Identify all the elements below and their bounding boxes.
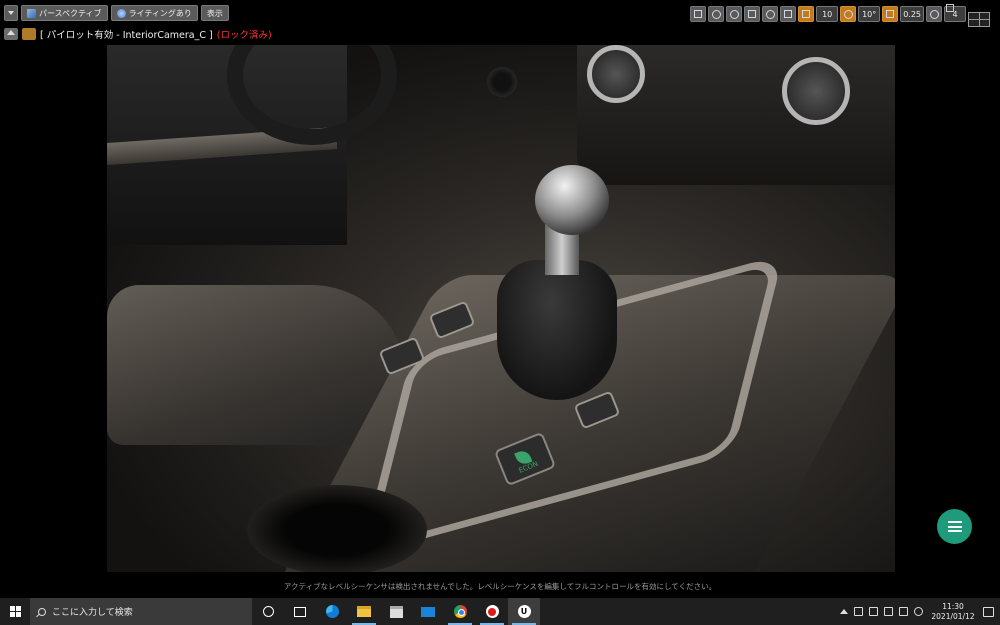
folder-icon [357,606,371,617]
rotate-icon [729,9,739,19]
settings-fab-button[interactable] [937,509,972,544]
climate-knob-left [587,45,645,103]
angle-icon [843,9,853,19]
show-hidden-icons-icon[interactable] [840,609,848,614]
globe-icon [765,9,775,19]
clock-date: 2021/01/12 [931,611,975,621]
pilot-bar: [ パイロット有効 - InteriorCamera_C ] (ロック済み) [4,27,272,41]
chrome-icon [453,605,467,618]
show-button[interactable]: 表示 [200,5,229,21]
viewport-toolbar: パースペクティブ ライティングあり 表示 10 10° 0.25 4 [0,0,1000,27]
camera-speed-button[interactable] [926,6,942,22]
driver-seat [107,285,407,445]
scale-snap-toggle[interactable] [882,6,899,22]
translate-mode-button[interactable] [708,6,725,22]
camera-icon [929,9,939,19]
chrome-app[interactable] [444,598,476,625]
viewport-options-dropdown[interactable] [4,5,18,21]
record-icon [485,605,499,618]
cortana-icon [262,606,274,617]
no-network-icon[interactable] [914,607,923,616]
taskbar-search[interactable]: ここに入力して検索 [30,598,252,625]
scale-mode-button[interactable] [744,6,761,22]
recorder-app[interactable] [476,598,508,625]
lighting-label: ライティングあり [128,8,192,18]
battery-icon[interactable] [869,607,878,616]
wifi-icon[interactable] [884,607,893,616]
scale-icon [748,10,757,18]
perspective-icon [27,8,36,18]
clock-time: 11:30 [942,601,964,611]
viewport-render[interactable]: ECON [107,45,895,572]
surface-snap-button[interactable] [780,6,797,22]
explorer-app[interactable] [348,598,380,625]
task-view-icon [294,606,306,617]
notification-icon[interactable] [983,606,994,617]
rotate-mode-button[interactable] [726,6,743,22]
unreal-engine-icon: U [517,605,531,618]
show-label: 表示 [206,8,223,18]
maximize-viewport-icon[interactable] [946,4,954,12]
scale-snap-icon [886,10,895,18]
move-icon [711,9,721,19]
locked-label: (ロック済み) [216,30,272,41]
store-app[interactable] [380,598,412,625]
store-icon [389,605,403,618]
world-local-button[interactable] [762,6,779,22]
system-tray: 11:30 2021/01/12 [840,598,1000,625]
start-button[interactable] [0,598,30,625]
perspective-label: パースペクティブ [39,8,102,18]
sliders-icon [947,521,962,532]
search-placeholder: ここに入力して検索 [52,608,133,618]
scale-snap-value[interactable]: 0.25 [900,6,924,22]
perspective-button[interactable]: パースペクティブ [21,5,108,21]
rotation-snap-value[interactable]: 10° [858,6,881,22]
edge-icon [325,605,339,618]
air-vent [487,67,517,97]
lighting-mode-button[interactable]: ライティングあり [110,5,198,21]
sequencer-status-message: アクティブなレベルシーケンサは検出されませんでした。レベルシーケンスを編集してフ… [283,582,717,591]
unreal-engine-app[interactable]: U [508,598,540,625]
grid-snap-value[interactable]: 10 [816,6,839,22]
lighting-icon [116,8,126,18]
mail-icon [421,606,435,617]
windows-icon [9,606,21,617]
chevron-down-icon [8,11,14,15]
grid-icon [802,10,811,18]
surface-snap-icon [784,10,793,18]
mail-app[interactable] [412,598,444,625]
clock[interactable]: 11:30 2021/01/12 [929,602,977,622]
dashboard-climate-panel [577,45,895,185]
select-mode-button[interactable] [690,6,707,22]
pilot-title: [ パイロット有効 - InteriorCamera_C ] [40,30,213,41]
edge-app[interactable] [316,598,348,625]
search-icon [38,607,46,616]
task-view-button[interactable] [284,598,316,625]
grid-snap-toggle[interactable] [798,6,815,22]
climate-knob-right [782,57,850,125]
viewport-layout-button[interactable] [968,12,990,27]
windows-taskbar: ここに入力して検索 U 11:30 2021/01/12 [0,598,1000,625]
transform-tools: 10 10° 0.25 4 [690,6,966,22]
shift-knob [535,165,609,235]
cortana-button[interactable] [252,598,284,625]
rotation-snap-toggle[interactable] [840,6,857,22]
camera-actor-icon [22,28,36,40]
shift-boot [497,260,617,400]
eject-icon[interactable] [4,28,18,40]
cup-holder [247,485,427,572]
volume-icon[interactable] [899,607,908,616]
meet-now-icon[interactable] [854,607,863,616]
select-icon [694,10,703,18]
